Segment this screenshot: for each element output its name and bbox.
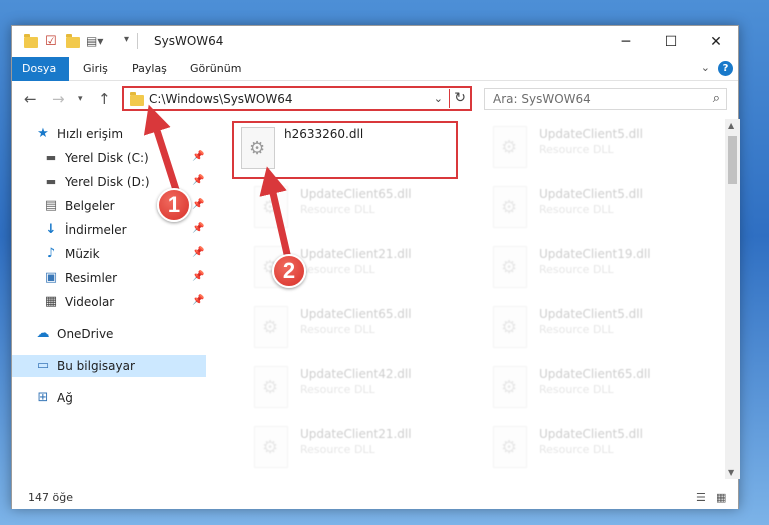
annotation-arrows — [143, 104, 291, 258]
step-2-badge: 2 — [272, 254, 306, 288]
arrow-step-1 — [143, 104, 182, 200]
arrow-step-2 — [259, 166, 291, 258]
step-1-badge: 1 — [157, 188, 191, 222]
